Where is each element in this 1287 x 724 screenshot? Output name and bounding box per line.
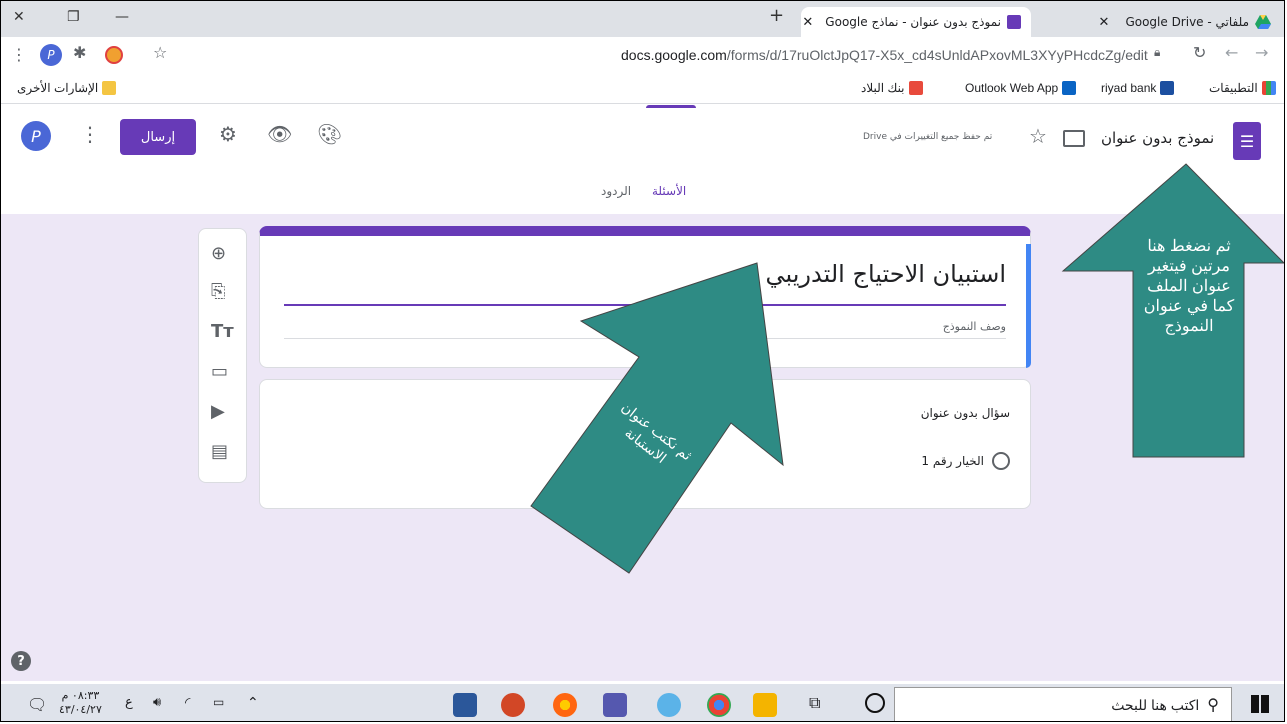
word-icon[interactable] [453, 693, 477, 717]
battery-icon[interactable]: ▭ [213, 695, 224, 709]
clock-time: ٠٨:٣٣ م [61, 689, 100, 702]
powerpoint-icon[interactable] [501, 693, 525, 717]
wifi-icon[interactable]: ◜ [185, 695, 190, 711]
taskbar-search-input[interactable]: ⚲ اكتب هنا للبحث [894, 687, 1232, 721]
tray-expand-icon[interactable]: ⌃ [247, 695, 259, 711]
search-placeholder: اكتب هنا للبحث [1111, 696, 1200, 713]
edge-icon[interactable] [657, 693, 681, 717]
annotation-layer [530, 163, 1284, 574]
language-indicator[interactable]: ع [125, 695, 133, 710]
chrome-icon[interactable] [707, 693, 731, 717]
file-explorer-icon[interactable] [753, 693, 777, 717]
screen: ✕ ❐ — + نموذج بدون عنوان - نماذج Google … [0, 0, 1285, 722]
annotation-right-text: ثم نضغط هنا مرتين فيتغير عنوان الملف كما… [1143, 238, 1235, 335]
annotation-arrow-center [530, 262, 784, 574]
windows-start-icon[interactable] [1251, 695, 1269, 713]
notifications-icon[interactable]: 🗨︎ [27, 695, 47, 714]
firefox-icon[interactable] [553, 693, 577, 717]
search-icon: ⚲ [1207, 697, 1219, 714]
volume-icon[interactable]: 🔊︎ [153, 695, 161, 710]
task-view-icon[interactable]: ⧉ [809, 693, 820, 713]
clock-date: ٤٣/٠٤/٢٧ [59, 703, 102, 716]
teams-icon[interactable] [603, 693, 627, 717]
cortana-icon[interactable] [865, 693, 885, 713]
clock[interactable]: ٠٨:٣٣ م ٤٣/٠٤/٢٧ [59, 689, 102, 717]
